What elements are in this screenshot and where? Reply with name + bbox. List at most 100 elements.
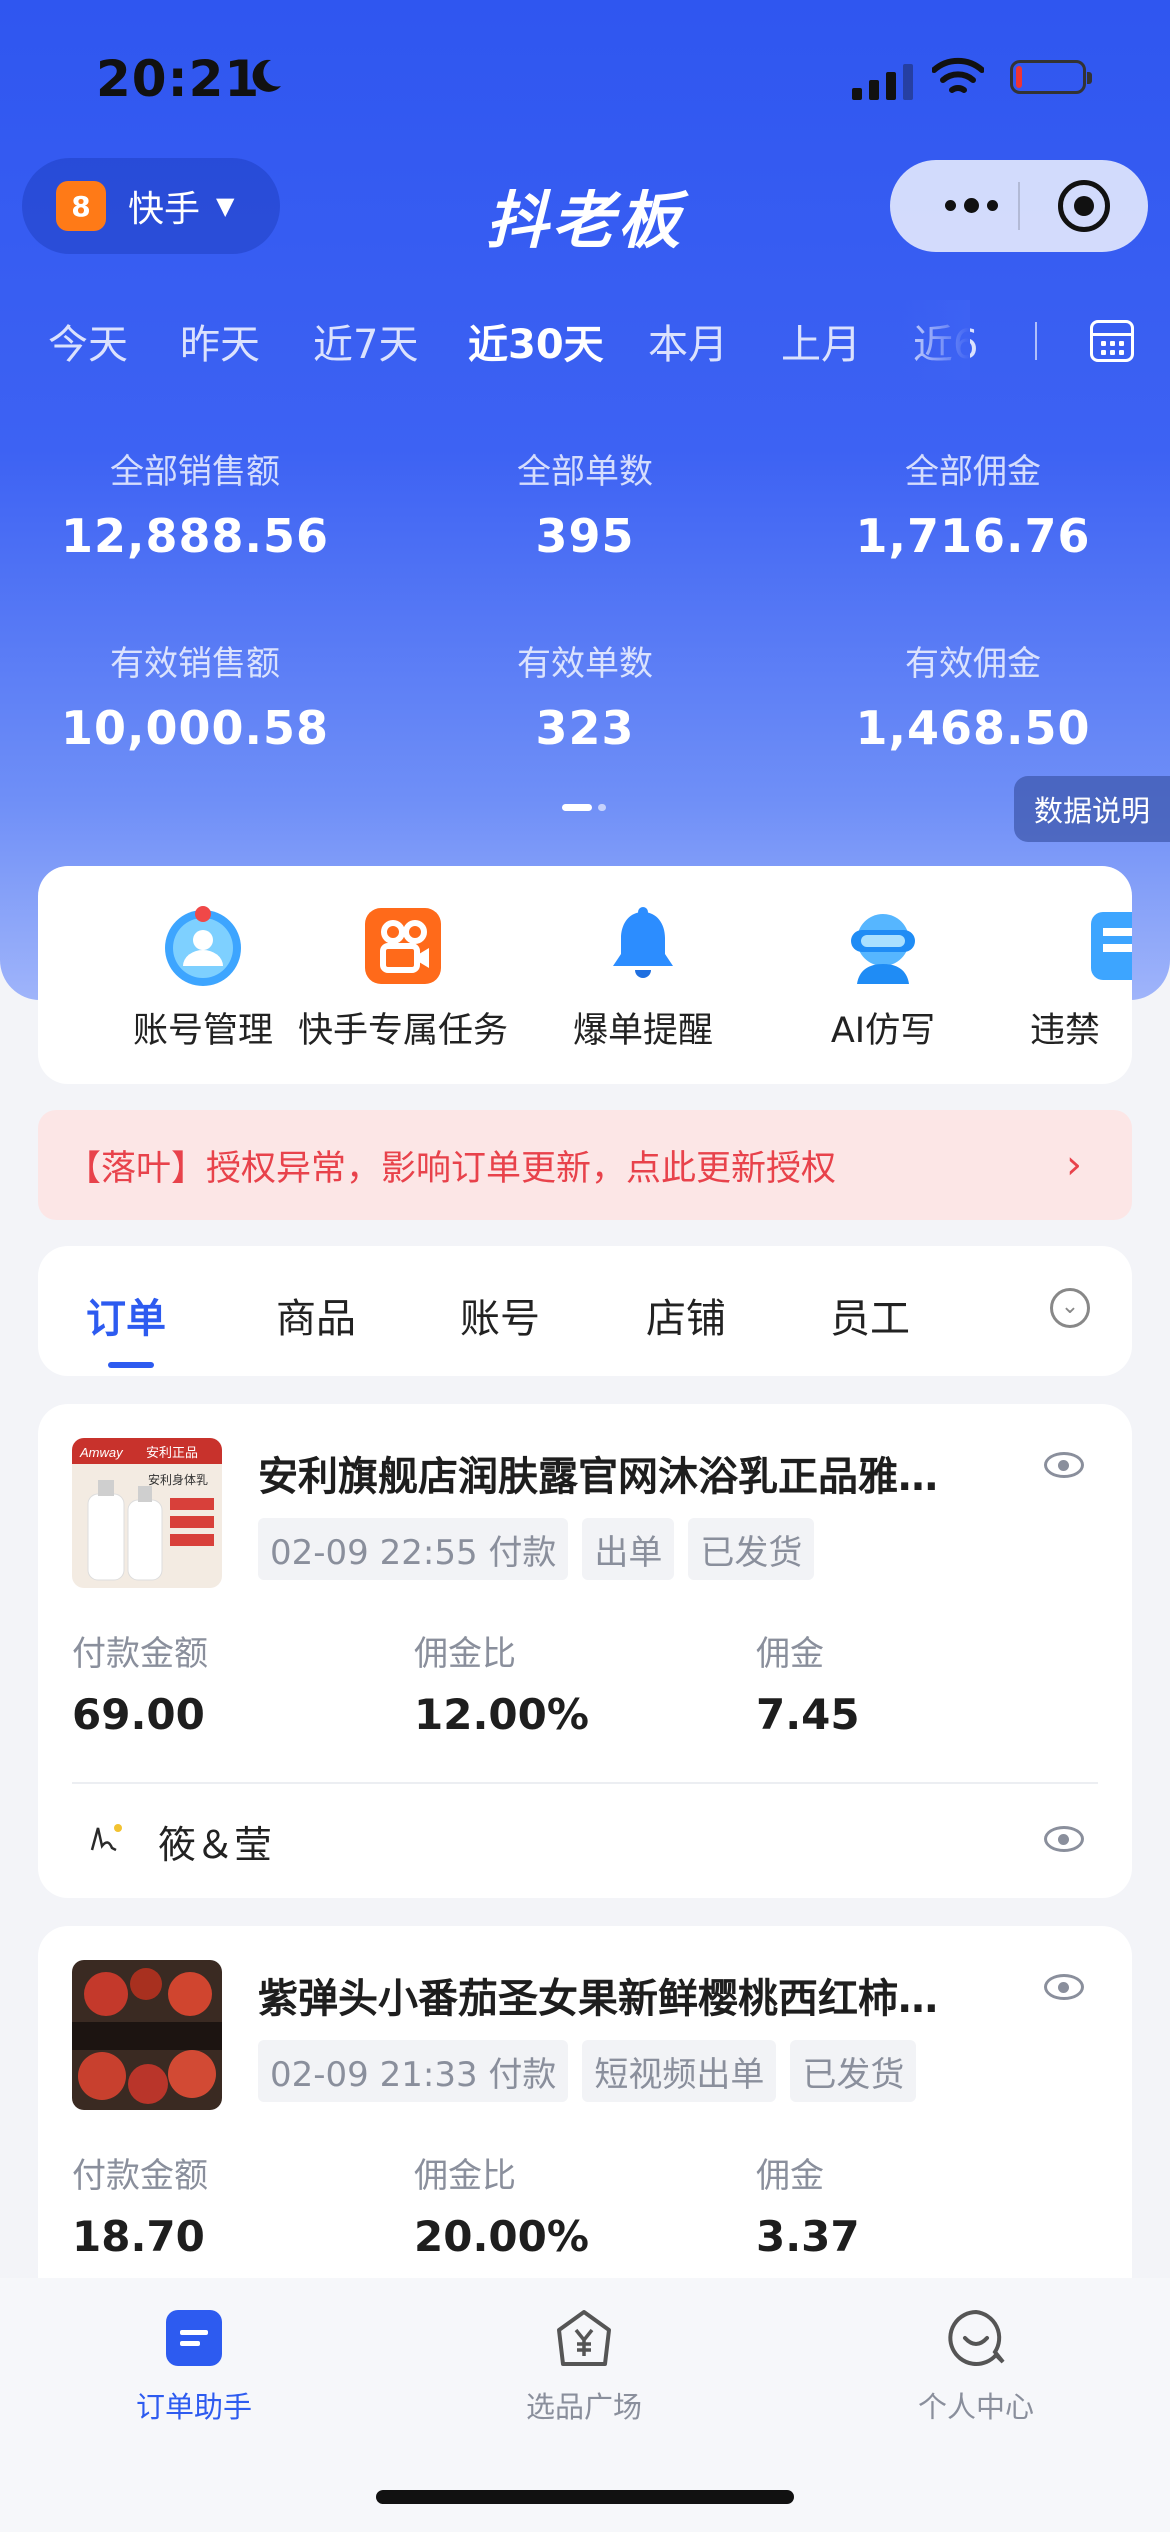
cellular-signal-icon	[852, 60, 913, 100]
stat-value: 1,468.50	[855, 701, 1091, 755]
battery-icon	[1010, 60, 1092, 94]
auth-alert-banner[interactable]: 【落叶】授权异常，影响订单更新，点此更新授权 ›	[38, 1110, 1132, 1220]
commission-rate-value: 12.00%	[414, 1690, 589, 1739]
quick-prohibited-words[interactable]: 违禁	[1010, 904, 1132, 1053]
calendar-icon[interactable]	[1090, 320, 1134, 362]
commission-label: 佣金	[756, 2156, 824, 2196]
thumb-badge: 安利正品	[146, 1446, 198, 1461]
tab-accounts[interactable]: 账号	[460, 1286, 540, 1344]
home-indicator	[376, 2490, 794, 2504]
eye-icon[interactable]	[1044, 1452, 1084, 1478]
payment-amount-value: 18.70	[72, 2212, 205, 2261]
content-tabs: 订单 商品 账号 店铺 员工 ⌄	[38, 1246, 1132, 1376]
ai-robot-icon	[841, 904, 925, 988]
order-tags: 02-09 22:55 付款 出单 已发货	[258, 1518, 815, 1580]
quick-label: 账号管理	[132, 1011, 273, 1051]
range-last-month[interactable]: 上月	[781, 312, 861, 370]
eye-icon[interactable]	[1044, 1826, 1084, 1852]
nav-product-square[interactable]: 选品广场	[454, 2308, 714, 2426]
stat-total-orders: 全部单数 395	[390, 444, 780, 563]
prohibited-words-icon	[1083, 904, 1132, 988]
capsule-divider	[1018, 182, 1020, 230]
order-card[interactable]: 紫弹头小番茄圣女果新鲜樱桃西红柿… 02-09 21:33 付款 短视频出单 已…	[38, 1926, 1132, 2326]
tab-orders[interactable]: 订单	[86, 1286, 166, 1344]
range-30days[interactable]: 近30天	[468, 312, 604, 370]
quick-ai-rewrite[interactable]: AI仿写	[768, 904, 998, 1053]
stat-value: 323	[535, 701, 635, 755]
kuaishou-task-icon	[361, 904, 445, 988]
profile-chat-icon	[948, 2309, 1005, 2366]
bell-icon	[601, 904, 685, 988]
range-divider	[1035, 322, 1037, 360]
commission-rate-value: 20.00%	[414, 2212, 589, 2261]
quick-label: 快手专属任务	[297, 1011, 508, 1051]
payment-amount-label: 付款金额	[72, 2156, 208, 2196]
product-square-icon	[557, 2310, 611, 2366]
commission-value: 3.37	[756, 2212, 860, 2261]
stat-label: 全部单数	[517, 452, 653, 492]
moon-icon	[252, 59, 281, 92]
stat-label: 有效单数	[517, 644, 653, 684]
stat-value: 12,888.56	[61, 509, 329, 563]
order-status-tag: 已发货	[790, 2040, 917, 2102]
product-title: 安利旗舰店润肤露官网沐浴乳正品雅…	[258, 1454, 938, 1500]
card-divider	[72, 1782, 1098, 1784]
chevron-right-icon: ›	[1066, 1142, 1082, 1188]
product-title: 紫弹头小番茄圣女果新鲜樱桃西红柿…	[258, 1976, 938, 2022]
commission-value: 7.45	[756, 1690, 860, 1739]
payment-amount-value: 69.00	[72, 1690, 205, 1739]
range-this-month[interactable]: 本月	[648, 312, 728, 370]
tab-products[interactable]: 商品	[276, 1286, 356, 1344]
stat-total-commission: 全部佣金 1,716.76	[778, 444, 1168, 563]
quick-account-manage[interactable]: 账号管理	[88, 904, 318, 1053]
status-time: 20:21	[96, 50, 261, 108]
order-source-tag: 短视频出单	[582, 2040, 777, 2102]
stat-value: 10,000.58	[61, 701, 329, 755]
nav-order-assistant[interactable]: 订单助手	[64, 2308, 324, 2426]
chevron-down-icon[interactable]: ⌄	[1050, 1288, 1090, 1328]
commission-rate-label: 佣金比	[414, 1634, 516, 1674]
data-note-button[interactable]: 数据说明	[1014, 776, 1170, 842]
wifi-icon	[932, 57, 984, 93]
eye-icon[interactable]	[1044, 1974, 1084, 2000]
tab-stores[interactable]: 店铺	[646, 1286, 726, 1344]
active-tab-indicator	[108, 1362, 154, 1368]
stat-label: 有效佣金	[905, 644, 1041, 684]
stat-valid-orders: 有效单数 323	[390, 636, 780, 755]
thumb-product: 安利身体乳	[148, 1472, 208, 1487]
product-thumbnail: Amway 安利正品 安利身体乳	[72, 1438, 222, 1588]
order-tags: 02-09 21:33 付款 短视频出单 已发货	[258, 2040, 917, 2102]
quick-label: 爆单提醒	[572, 1011, 713, 1051]
account-avatar-icon	[161, 904, 245, 988]
order-time-tag: 02-09 22:55 付款	[258, 1518, 569, 1580]
product-thumbnail	[72, 1960, 222, 2110]
shop-name: 筱＆莹	[158, 1823, 273, 1867]
nav-profile[interactable]: 个人中心	[846, 2308, 1106, 2426]
status-bar: 20:21	[0, 40, 1170, 120]
quick-hot-alert[interactable]: 爆单提醒	[528, 904, 758, 1053]
order-time-tag: 02-09 21:33 付款	[258, 2040, 569, 2102]
close-miniprogram-button[interactable]	[1058, 180, 1110, 232]
range-7days[interactable]: 近7天	[313, 312, 418, 370]
payment-amount-label: 付款金额	[72, 1634, 208, 1674]
more-menu-button[interactable]	[926, 180, 1016, 230]
quick-actions: 账号管理 快手专属任务 爆单提醒 AI仿写 违禁	[38, 866, 1132, 1084]
stat-label: 全部销售额	[110, 452, 280, 492]
commission-label: 佣金	[756, 1634, 824, 1674]
thumb-brand: Amway	[79, 1445, 124, 1460]
order-card[interactable]: Amway 安利正品 安利身体乳 安利旗舰店润肤露官网沐浴乳正品雅… 02-09…	[38, 1404, 1132, 1898]
stat-valid-commission: 有效佣金 1,468.50	[778, 636, 1168, 755]
range-yesterday[interactable]: 昨天	[180, 312, 260, 370]
stat-label: 全部佣金	[905, 452, 1041, 492]
nav-label: 个人中心	[917, 2390, 1034, 2424]
stat-label: 有效销售额	[110, 644, 280, 684]
miniprogram-capsule	[890, 160, 1148, 252]
order-status-tag: 已发货	[688, 1518, 815, 1580]
stat-valid-sales: 有效销售额 10,000.58	[0, 636, 390, 755]
quick-label: AI仿写	[830, 1011, 936, 1051]
quick-kuaishou-task[interactable]: 快手专属任务	[288, 904, 518, 1053]
order-source-tag: 出单	[582, 1518, 675, 1580]
range-today[interactable]: 今天	[48, 312, 128, 370]
stat-value: 1,716.76	[855, 509, 1091, 563]
tab-staff[interactable]: 员工	[830, 1286, 910, 1344]
